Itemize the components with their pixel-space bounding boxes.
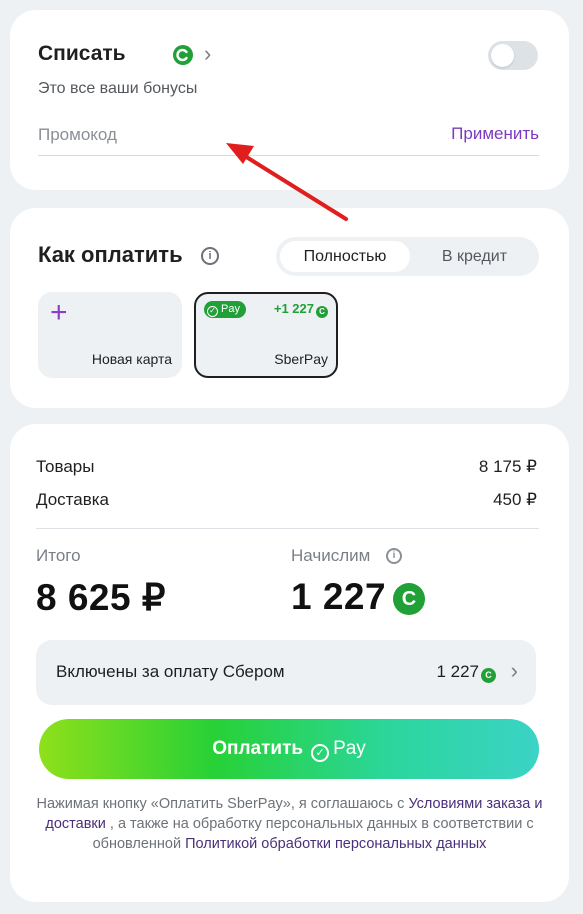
- included-value-text: 1 227: [436, 662, 479, 681]
- segment-credit[interactable]: В кредит: [414, 241, 535, 272]
- accrue-label: Начислим: [291, 546, 371, 565]
- included-bonuses-row[interactable]: Включены за оплату Сбером 1 227 C ›: [36, 640, 536, 705]
- legal-text: Нажимая кнопку «Оплатить SberPay», я сог…: [36, 794, 543, 854]
- bonus-toggle[interactable]: [488, 41, 538, 70]
- included-value: 1 227 C: [436, 662, 496, 683]
- bonus-subtitle: Это все ваши бонусы: [38, 80, 198, 97]
- sberpay-bonus-value: +1 227: [273, 301, 314, 316]
- chevron-right-icon[interactable]: ›: [204, 41, 211, 67]
- total-label: Итого: [36, 546, 81, 565]
- bonus-title: Списать: [38, 42, 126, 65]
- sber-bonus-icon: C: [393, 583, 425, 615]
- total-value: 8 625 ₽: [36, 577, 166, 618]
- segment-full[interactable]: Полностью: [280, 241, 410, 272]
- plus-icon: +: [50, 296, 68, 329]
- goods-value: 8 175 ₽: [478, 457, 537, 476]
- sberpay-tile[interactable]: ✓ Pay +1 227 C SberPay: [194, 292, 338, 378]
- sber-bonus-icon: C: [316, 306, 328, 318]
- sber-bonus-icon: [173, 45, 193, 65]
- new-card-tile[interactable]: + Новая карта: [38, 292, 182, 378]
- sber-bonus-icon: C: [481, 668, 496, 683]
- payment-segment-control: Полностью В кредит: [276, 237, 539, 276]
- sberpay-label: SberPay: [274, 351, 328, 367]
- delivery-label: Доставка: [36, 490, 110, 509]
- toggle-knob: [491, 44, 514, 67]
- legal-text-part: Нажимая кнопку «Оплатить SberPay», я сог…: [36, 796, 409, 812]
- included-label: Включены за оплату Сбером: [56, 662, 285, 681]
- pay-button-label: Оплатить: [212, 738, 304, 759]
- delivery-value: 450 ₽: [493, 490, 537, 509]
- payment-title: Как оплатить: [38, 242, 183, 267]
- pay-button-suffix: Pay: [333, 738, 366, 759]
- privacy-policy-link[interactable]: Политикой обработки персональных данных: [185, 836, 486, 852]
- sberpay-pill-text: Pay: [221, 303, 240, 315]
- bonus-card: Списать › Это все ваши бонусы Промокод П…: [10, 10, 569, 190]
- check-circle-icon: ✓: [207, 306, 218, 317]
- info-icon[interactable]: i: [386, 548, 402, 564]
- check-circle-icon: ✓: [311, 744, 330, 762]
- payment-method-card: Как оплатить i Полностью В кредит + Нова…: [10, 208, 569, 408]
- accrue-value: 1 227: [291, 576, 387, 617]
- new-card-label: Новая карта: [91, 351, 172, 367]
- sberpay-bonus: +1 227 C: [274, 301, 328, 318]
- promo-code-input[interactable]: Промокод: [38, 125, 117, 145]
- sberpay-pill: ✓ Pay: [204, 301, 246, 318]
- promo-underline: [38, 155, 539, 156]
- pay-button[interactable]: Оплатить ✓ Pay: [39, 719, 539, 779]
- info-icon[interactable]: i: [201, 247, 219, 265]
- chevron-right-icon: ›: [510, 658, 518, 683]
- divider: [36, 528, 539, 529]
- order-summary-card: Товары 8 175 ₽ Доставка 450 ₽ Итого Начи…: [10, 424, 569, 902]
- apply-promo-button[interactable]: Применить: [451, 124, 539, 144]
- goods-label: Товары: [36, 457, 95, 476]
